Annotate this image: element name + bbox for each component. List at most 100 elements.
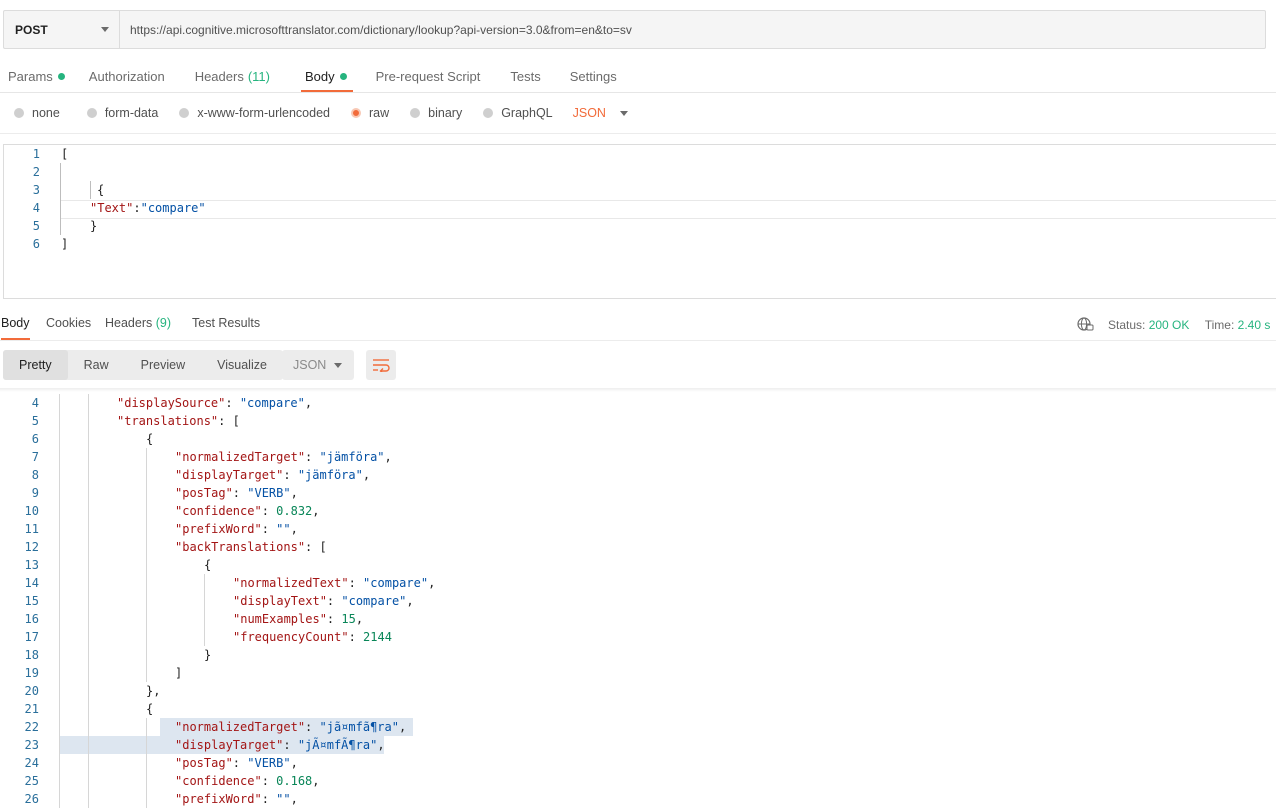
tab-prerequest-script[interactable]: Pre-request Script — [376, 61, 481, 91]
radio-form-data[interactable]: form-data — [86, 106, 159, 120]
response-tab-headers[interactable]: Headers (9) — [105, 316, 171, 340]
response-line: 24 "posTag": "VERB", — [0, 754, 1276, 772]
json-key: "normalizedText" — [233, 576, 349, 590]
response-format-select[interactable]: JSON — [282, 350, 354, 380]
line-number: 10 — [24, 504, 39, 518]
request-tabs: Params Authorization Headers (11) Body Pr… — [8, 61, 617, 93]
code-colon: : — [133, 201, 141, 215]
radio-circle-icon — [14, 108, 24, 118]
chevron-down-icon — [101, 27, 109, 32]
radio-raw[interactable]: raw — [351, 106, 389, 120]
json-number: 0.832 — [276, 504, 313, 518]
json-punctuation: : — [348, 576, 364, 590]
response-tab-body-label: Body — [1, 316, 30, 330]
request-body-editor[interactable]: 1 2 3 4 5 6 [ { "Text":"compare" } ] — [3, 144, 1276, 299]
radio-none[interactable]: none — [14, 106, 60, 120]
code-text: ] — [175, 664, 182, 682]
indent-guide — [88, 394, 89, 808]
wrap-lines-button[interactable] — [366, 350, 396, 380]
code-text: "normalizedTarget": "jã¤mfã¶ra", — [175, 718, 406, 736]
line-number: 9 — [31, 486, 39, 500]
json-punctuation: , — [312, 774, 320, 788]
response-line: 25 "confidence": 0.168, — [0, 772, 1276, 790]
code-text: { — [146, 700, 153, 718]
response-tab-headers-label: Headers — [105, 316, 153, 330]
response-body-viewer[interactable]: 4 "displaySource": "compare", 5 "translatio… — [0, 384, 1276, 809]
json-string: "VERB" — [247, 756, 291, 770]
code-text: "displayTarget": "jÃ¤mfÃ¶ra", — [175, 736, 385, 754]
body-format-select[interactable]: JSON — [573, 106, 628, 120]
json-punctuation: : — [261, 504, 277, 518]
json-punctuation: , — [312, 504, 320, 518]
json-key: "normalizedTarget" — [175, 450, 306, 464]
globe-icon[interactable] — [1076, 316, 1094, 337]
code-text: } — [204, 646, 211, 664]
tab-authorization[interactable]: Authorization — [89, 61, 165, 91]
tab-body[interactable]: Body — [301, 61, 353, 93]
view-pretty-button[interactable]: Pretty — [3, 350, 68, 380]
json-key: "displayTarget" — [175, 738, 284, 752]
response-line: 20}, — [0, 682, 1276, 700]
view-raw-button[interactable]: Raw — [68, 350, 125, 380]
code-string: "compare" — [140, 201, 206, 215]
radio-binary[interactable]: binary — [410, 106, 462, 120]
line-number: 21 — [24, 702, 39, 716]
line-number: 18 — [24, 648, 39, 662]
tab-settings[interactable]: Settings — [570, 61, 617, 91]
line-number: 6 — [31, 432, 39, 446]
line-number: 25 — [24, 774, 39, 788]
tab-settings-label: Settings — [569, 68, 617, 84]
json-key: "confidence" — [175, 774, 262, 788]
json-key: "backTranslations" — [175, 540, 306, 554]
json-punctuation: ] — [175, 666, 183, 680]
method-select[interactable]: POST — [4, 11, 120, 48]
time-value[interactable]: 2.40 s — [1238, 318, 1271, 332]
tab-headers[interactable]: Headers (11) — [195, 61, 270, 91]
json-punctuation: , — [377, 738, 385, 752]
params-indicator-dot — [57, 72, 65, 80]
radio-circle-icon — [179, 108, 190, 118]
response-line: 8 "displayTarget": "jämföra", — [0, 466, 1276, 484]
time-label: Time: — [1204, 318, 1235, 332]
response-line: 12 "backTranslations": [ — [0, 538, 1276, 556]
json-punctuation: : — [326, 594, 342, 608]
response-tab-test-results[interactable]: Test Results — [192, 316, 260, 340]
json-punctuation: , — [362, 468, 371, 482]
code-text: "confidence": 0.168, — [175, 772, 320, 790]
status-value[interactable]: 200 OK — [1149, 318, 1190, 332]
json-string: "VERB" — [247, 486, 291, 500]
line-number: 19 — [24, 666, 39, 680]
tab-authorization-label: Authorization — [88, 68, 165, 84]
code-text: }, — [146, 682, 160, 700]
tab-params-label: Params — [8, 68, 53, 84]
tab-tests[interactable]: Tests — [510, 61, 540, 91]
indent-guide — [204, 574, 205, 646]
response-line: 15 "displayText": "compare", — [0, 592, 1276, 610]
response-tab-cookies[interactable]: Cookies — [46, 316, 91, 340]
active-line-border — [61, 200, 1276, 201]
code-text: { — [146, 430, 153, 448]
tab-body-label: Body — [304, 68, 335, 84]
json-punctuation: : — [305, 450, 320, 464]
url-input[interactable]: https://api.cognitive.microsofttranslato… — [120, 11, 1265, 48]
json-string: "jämföra" — [319, 450, 385, 464]
view-visualize-button[interactable]: Visualize — [201, 350, 283, 380]
response-tab-body[interactable]: Body — [1, 316, 30, 341]
radio-circle-icon — [483, 108, 494, 118]
radios-divider — [0, 133, 1276, 134]
body-type-options: none form-data x-www-form-urlencoded raw… — [14, 106, 628, 120]
code-bracket: ] — [61, 237, 69, 251]
line-number: 13 — [24, 558, 39, 572]
radio-graphql[interactable]: GraphQL — [483, 106, 553, 120]
code-text: "numExamples": 15, — [233, 610, 363, 628]
view-preview-button[interactable]: Preview — [125, 350, 201, 380]
radio-form-data-label: form-data — [104, 106, 159, 120]
code-brace: { — [97, 183, 105, 197]
radio-urlencoded[interactable]: x-www-form-urlencoded — [179, 106, 330, 120]
json-punctuation: , — [290, 486, 298, 500]
tab-params[interactable]: Params — [8, 61, 65, 91]
json-key: "frequencyCount" — [233, 630, 349, 644]
tab-tests-label: Tests — [510, 68, 541, 84]
line-number: 11 — [24, 522, 39, 536]
indent-guide — [146, 448, 147, 682]
